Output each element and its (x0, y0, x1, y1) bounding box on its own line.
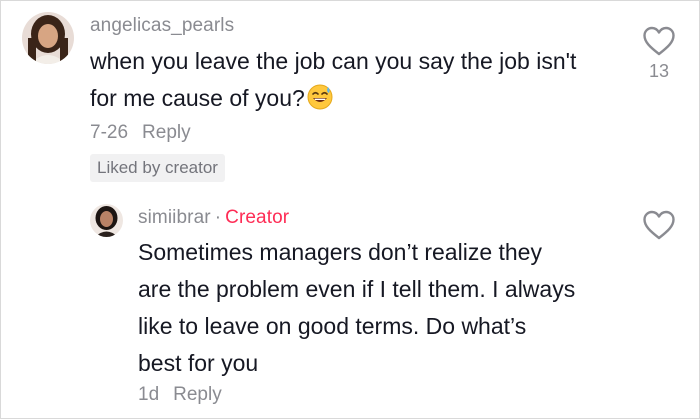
reply-username[interactable]: simiibrar (138, 207, 211, 228)
sweat-smile-emoji-icon (307, 84, 333, 121)
reply-text: Sometimes managers don’t realize they ar… (138, 234, 628, 382)
comment-username[interactable]: angelicas_pearls (90, 15, 234, 37)
like-heart-icon[interactable] (642, 26, 676, 56)
comment-body: when you leave the job can you say the j… (90, 48, 577, 111)
comment-meta: 7-26 Reply (90, 122, 191, 144)
comment-thread: angelicas_pearls when you leave the job … (0, 0, 700, 419)
comment-text: when you leave the job can you say the j… (90, 43, 590, 121)
avatar[interactable] (22, 12, 74, 64)
reply-username-row: simiibrar · Creator (138, 207, 289, 229)
reply-text-line: are the problem even if I tell them. I a… (138, 276, 576, 302)
like-heart-icon[interactable] (642, 210, 676, 240)
reply-text-line: Sometimes managers don’t realize they (138, 239, 542, 265)
like-count: 13 (648, 61, 670, 81)
liked-by-creator-badge: Liked by creator (90, 154, 225, 182)
comment-date: 7-26 (90, 122, 129, 143)
reply-text-line: best for you (138, 350, 259, 376)
separator-dot: · (214, 207, 222, 228)
creator-label: Creator (225, 207, 290, 228)
reply-button[interactable]: Reply (142, 122, 191, 143)
reply-meta: 1d Reply (138, 384, 222, 406)
avatar[interactable] (90, 204, 123, 237)
reply-date: 1d (138, 384, 160, 405)
reply-button[interactable]: Reply (173, 384, 222, 405)
reply-text-line: like to leave on good terms. Do what’s (138, 313, 527, 339)
